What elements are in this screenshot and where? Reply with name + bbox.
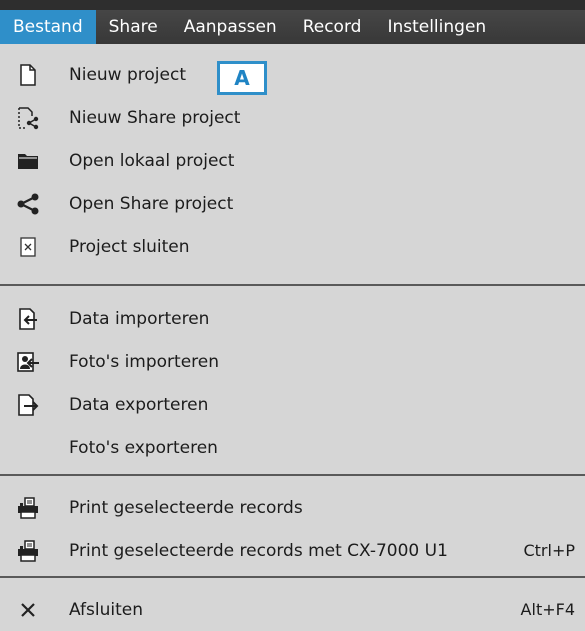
tab-share[interactable]: Share	[96, 10, 171, 44]
menu-item-label: Nieuw Share project	[69, 107, 241, 128]
menu-item-label: Print geselecteerde records	[69, 497, 303, 518]
tab-instellingen[interactable]: Instellingen	[374, 10, 499, 44]
menu-item-label: Project sluiten	[69, 236, 190, 257]
menu-item-label: Nieuw project	[69, 64, 186, 85]
photo-import-icon	[16, 350, 40, 374]
menu-item-label: Afsluiten	[69, 599, 143, 620]
menu-item-export-data[interactable]: Data exporteren	[0, 383, 585, 426]
shortcut-label: Ctrl+P	[523, 541, 575, 560]
menu-bar-top-strip	[0, 0, 585, 10]
share-icon	[16, 192, 40, 216]
menu-item-label: Foto's exporteren	[69, 437, 218, 458]
menu-item-open-local-project[interactable]: Open lokaal project	[0, 139, 585, 182]
printer-icon	[16, 496, 40, 520]
tab-record[interactable]: Record	[290, 10, 375, 44]
menu-item-new-share-project[interactable]: Nieuw Share project	[0, 96, 585, 139]
close-document-icon	[16, 235, 40, 259]
menu-item-open-share-project[interactable]: Open Share project	[0, 182, 585, 225]
shortcut-label: Alt+F4	[520, 600, 575, 619]
menu-bar: Bestand Share Aanpassen Record Instellin…	[0, 0, 585, 44]
new-document-icon	[16, 63, 40, 87]
menu-item-print-selected-cx7000[interactable]: Print geselecteerde records met CX-7000 …	[0, 529, 585, 572]
menu-item-label: Data importeren	[69, 308, 210, 329]
callout-marker: A	[217, 61, 267, 95]
menu-item-import-data[interactable]: Data importeren	[0, 297, 585, 340]
menu-item-exit[interactable]: Afsluiten Alt+F4	[0, 588, 585, 631]
menu-item-print-selected[interactable]: Print geselecteerde records	[0, 486, 585, 529]
new-share-icon	[16, 106, 40, 130]
menu-separator	[0, 474, 585, 476]
tab-aanpassen[interactable]: Aanpassen	[171, 10, 290, 44]
menu-item-import-photos[interactable]: Foto's importeren	[0, 340, 585, 383]
folder-icon	[16, 149, 40, 173]
menu-item-label: Open Share project	[69, 193, 234, 214]
tab-bestand[interactable]: Bestand	[0, 10, 96, 44]
printer-icon	[16, 539, 40, 563]
menu-item-export-photos[interactable]: Foto's exporteren	[0, 426, 585, 469]
menu-item-label: Data exporteren	[69, 394, 209, 415]
menu-item-close-project[interactable]: Project sluiten	[0, 225, 585, 268]
menu-separator	[0, 576, 585, 578]
menu-item-new-project[interactable]: Nieuw project	[0, 53, 585, 96]
close-icon	[16, 598, 40, 622]
menu-item-label: Foto's importeren	[69, 351, 220, 372]
menu-item-label: Open lokaal project	[69, 150, 235, 171]
menu-item-label: Print geselecteerde records met CX-7000 …	[69, 540, 448, 561]
menu-separator	[0, 284, 585, 286]
export-icon	[16, 393, 40, 417]
import-icon	[16, 307, 40, 331]
